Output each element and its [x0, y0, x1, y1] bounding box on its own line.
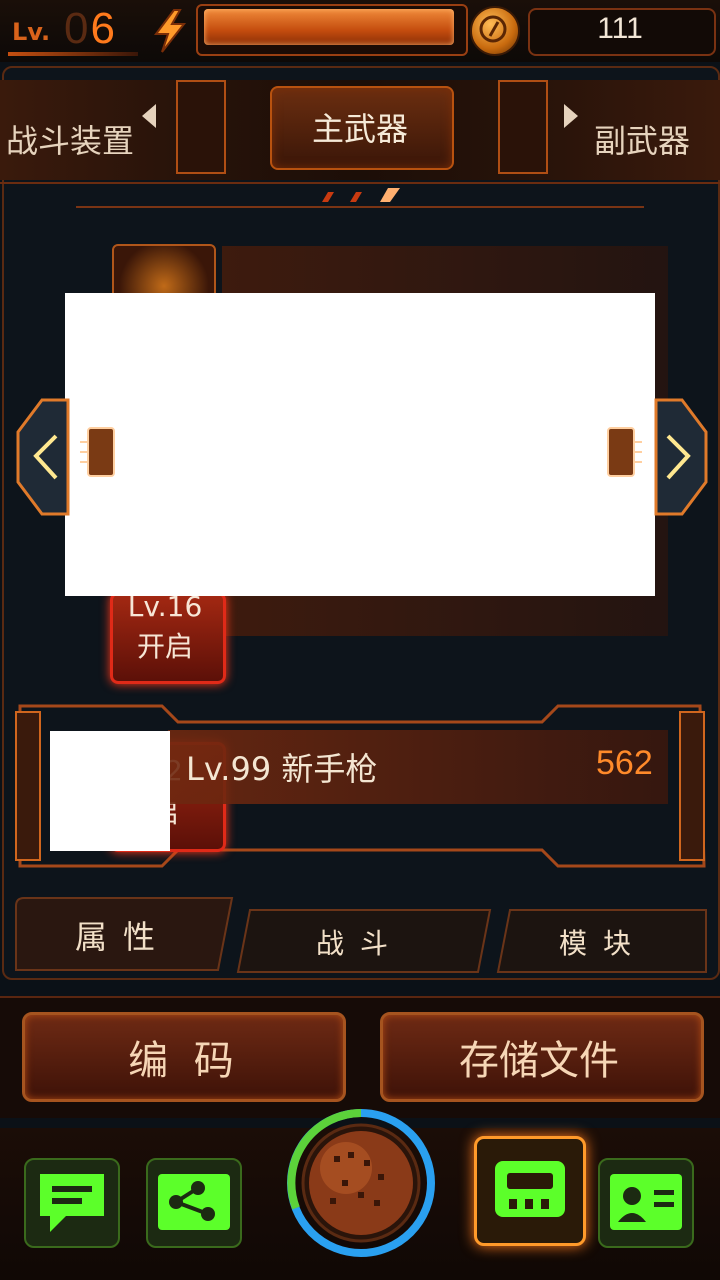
next-weapon-arrow-icon[interactable] — [646, 392, 712, 522]
tab-modules-label: 模块 — [558, 927, 647, 960]
preview-clip-right-icon — [607, 427, 642, 477]
weapon-name: Lv.99 新手枪 — [186, 750, 378, 788]
tab-secondary-weapon[interactable]: 副武器 — [594, 116, 690, 162]
prev-weapon-arrow-icon[interactable] — [12, 392, 78, 522]
currency-value: 111 — [597, 12, 643, 45]
tab-main-weapon-label: 主武器 — [311, 110, 408, 148]
level-digit: 6 — [90, 4, 117, 53]
world-globe-button[interactable] — [286, 1108, 436, 1258]
share-icon — [158, 1174, 230, 1230]
robot-icon — [495, 1161, 565, 1217]
page-indicator — [322, 188, 400, 202]
energy-bar-fill — [204, 9, 454, 45]
locked-slot-1-status: 开启 — [136, 630, 193, 663]
globe-icon — [287, 1109, 435, 1257]
header-pillar-right — [498, 80, 548, 174]
player-level: 06 — [64, 4, 117, 54]
preview-clip-left-icon — [80, 427, 115, 477]
nav-robot-button[interactable] — [474, 1136, 586, 1246]
tab-next-arrow-icon[interactable] — [564, 104, 578, 128]
currency-coin-icon[interactable] — [470, 6, 520, 56]
level-ghost-digit: 0 — [64, 4, 91, 53]
tab-prev-arrow-icon[interactable] — [142, 104, 156, 128]
tab-combat-device[interactable]: 战斗装置 — [6, 116, 134, 162]
tab-attributes-label: 属性 — [74, 918, 171, 956]
code-button-label: 编 码 — [128, 1038, 234, 1084]
header-pillar-left — [176, 80, 226, 174]
chat-icon — [40, 1174, 104, 1232]
nav-share-button[interactable] — [146, 1158, 242, 1248]
coin-emblem-icon — [479, 15, 507, 43]
energy-bolt-icon — [154, 9, 187, 53]
profile-card-icon — [610, 1174, 682, 1230]
header-divider — [0, 182, 720, 184]
nav-profile-button[interactable] — [598, 1158, 694, 1248]
tab-combat-label: 战斗 — [315, 927, 404, 960]
panel-divider — [76, 206, 644, 208]
save-file-button-label: 存储文件 — [459, 1038, 619, 1084]
nav-chat-button[interactable] — [24, 1158, 120, 1248]
weapon-preview-image — [65, 293, 655, 596]
weapon-thumbnail — [50, 731, 170, 851]
weapon-power: 562 — [596, 744, 653, 782]
level-prefix: Lv. — [12, 18, 51, 46]
level-underline — [8, 52, 138, 56]
